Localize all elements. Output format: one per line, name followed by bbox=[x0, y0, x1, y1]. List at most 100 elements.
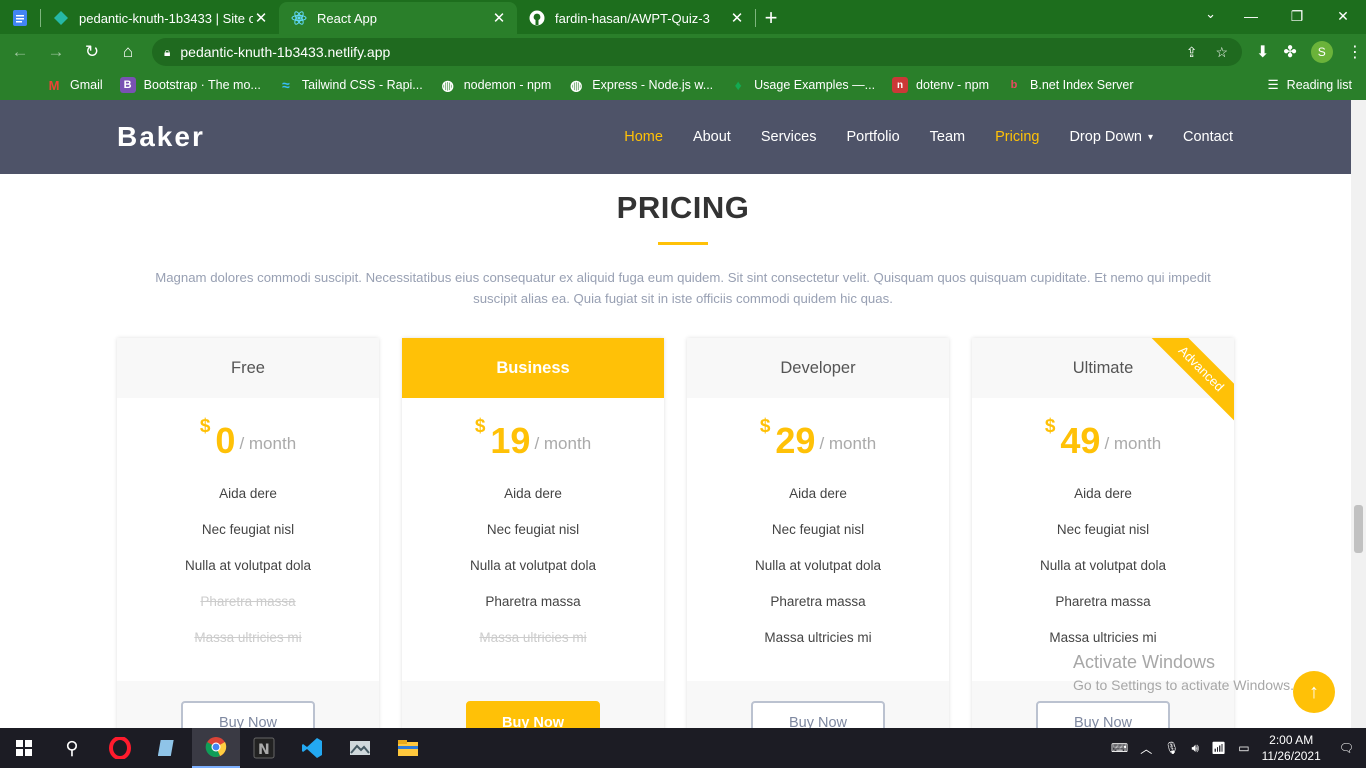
minimize-icon[interactable]: — bbox=[1228, 0, 1274, 32]
close-tab-icon[interactable]: ✕ bbox=[491, 9, 507, 27]
bootstrap-icon: B bbox=[119, 77, 136, 93]
address-bar[interactable]: 🔒︎ pedantic-knuth-1b3433.netlify.app ⇪ ☆ bbox=[152, 38, 1242, 66]
nav-contact[interactable]: Contact bbox=[1183, 129, 1233, 145]
chrome-icon[interactable] bbox=[192, 728, 240, 768]
nav-dropdown[interactable]: Drop Down ▾ bbox=[1069, 129, 1153, 145]
page-scrollbar[interactable] bbox=[1351, 100, 1366, 728]
bookmarks-bar: M Gmail B Bootstrap · The mo... ≈ Tailwind … bbox=[0, 70, 1366, 100]
battery-icon[interactable]: ▭ bbox=[1238, 741, 1249, 755]
site-logo[interactable]: Baker bbox=[117, 121, 205, 153]
npm-icon: n bbox=[892, 77, 909, 93]
feature-list: Aida dere Nec feugiat nisl Nulla at volu… bbox=[402, 476, 664, 656]
feature-item: Nec feugiat nisl bbox=[486, 522, 580, 537]
feature-item: Nulla at volutpat dola bbox=[184, 558, 312, 573]
forward-icon[interactable]: → bbox=[40, 36, 72, 68]
gmail-icon: M bbox=[48, 77, 60, 93]
feature-item: Nec feugiat nisl bbox=[771, 522, 865, 537]
buy-now-button[interactable]: Buy Now bbox=[1036, 701, 1170, 728]
bookmark-label: Bootstrap · The mo... bbox=[143, 78, 261, 92]
keyboard-icon[interactable]: ⌨ bbox=[1111, 741, 1128, 755]
opera-icon[interactable] bbox=[96, 728, 144, 768]
vscode-icon[interactable] bbox=[288, 728, 336, 768]
nav-home[interactable]: Home bbox=[624, 129, 663, 145]
reload-icon[interactable]: ↻ bbox=[76, 36, 108, 68]
notepad-icon[interactable] bbox=[144, 728, 192, 768]
bookmark-bootstrap[interactable]: B Bootstrap · The mo... bbox=[119, 77, 261, 93]
nav-services[interactable]: Services bbox=[761, 129, 817, 145]
plan-price: $19/ month bbox=[402, 416, 664, 462]
clock-date: 11/26/2021 bbox=[1261, 749, 1321, 763]
bookmark-nodemon[interactable]: ◍ nodemon - npm bbox=[440, 77, 552, 93]
bookmark-dotenv[interactable]: n dotenv - npm bbox=[892, 77, 989, 93]
notion-icon[interactable]: N bbox=[240, 728, 288, 768]
tab-netlify[interactable]: pedantic-knuth-1b3433 | Site ove ✕ bbox=[41, 2, 279, 34]
pricing-card-developer: Developer $29/ month Aida dere Nec feugi… bbox=[687, 338, 949, 728]
feature-item: Massa ultricies mi bbox=[764, 630, 872, 645]
new-tab-button[interactable]: + bbox=[756, 2, 786, 34]
tab-search-icon[interactable]: ⌄ bbox=[1205, 6, 1216, 22]
profile-avatar[interactable]: S bbox=[1310, 41, 1333, 63]
bookmark-gmail[interactable]: M Gmail bbox=[46, 77, 103, 93]
puzzle-extensions-icon[interactable]: ✤ bbox=[1283, 42, 1296, 62]
microphone-icon[interactable]: 🎙︎ bbox=[1164, 741, 1179, 755]
menu-kebab-icon[interactable]: ⋮ bbox=[1347, 42, 1363, 62]
windows-taskbar: ⚲ N ⌨ ︿ 🎙︎ 🔊︎ 📶︎ ▭ 2:00 AM 11/26/2021 🗨︎ bbox=[0, 728, 1366, 768]
feature-item: Nec feugiat nisl bbox=[201, 522, 295, 537]
taskbar-clock[interactable]: 2:00 AM 11/26/2021 bbox=[1262, 732, 1321, 764]
wifi-icon[interactable]: 📶︎ bbox=[1211, 741, 1226, 755]
scrollbar-thumb[interactable] bbox=[1354, 505, 1363, 553]
nav-team[interactable]: Team bbox=[930, 129, 965, 145]
notifications-icon[interactable]: 🗨︎ bbox=[1339, 741, 1354, 755]
reading-list-label: Reading list bbox=[1286, 77, 1352, 92]
back-to-top-button[interactable]: ↑ bbox=[1293, 671, 1335, 713]
restore-icon[interactable]: ❐ bbox=[1274, 0, 1320, 32]
buy-now-button[interactable]: Buy Now bbox=[181, 701, 315, 728]
home-icon[interactable]: ⌂ bbox=[112, 36, 144, 68]
bookmark-tailwind[interactable]: ≈ Tailwind CSS - Rapi... bbox=[278, 77, 423, 93]
feature-item: Nulla at volutpat dola bbox=[754, 558, 882, 573]
clock-time: 2:00 AM bbox=[1269, 733, 1314, 747]
bookmark-bnet[interactable]: b B.net Index Server bbox=[1006, 77, 1134, 93]
close-window-icon[interactable]: ✕ bbox=[1320, 0, 1366, 32]
plan-price: $29/ month bbox=[687, 416, 949, 462]
currency-symbol: $ bbox=[199, 416, 211, 437]
nav-about[interactable]: About bbox=[693, 129, 731, 145]
file-explorer-icon[interactable] bbox=[384, 728, 432, 768]
price-amount: 0 bbox=[215, 420, 236, 461]
docs-icon[interactable] bbox=[0, 2, 40, 34]
github-icon bbox=[529, 10, 545, 26]
bookmark-star-icon[interactable]: ☆ bbox=[1215, 44, 1228, 61]
reading-list-icon: ☰ bbox=[1267, 78, 1279, 92]
buy-now-button[interactable]: Buy Now bbox=[466, 701, 600, 728]
card-footer: Buy Now bbox=[117, 681, 379, 728]
chevron-up-icon[interactable]: ︿ bbox=[1140, 740, 1152, 757]
plan-name: Developer bbox=[687, 338, 949, 398]
lock-icon[interactable]: 🔒︎ bbox=[164, 45, 170, 60]
bookmark-label: Express - Node.js w... bbox=[592, 78, 714, 92]
tab-react-app[interactable]: React App ✕ bbox=[279, 2, 517, 34]
bookmark-label: B.net Index Server bbox=[1030, 78, 1134, 92]
nav-portfolio[interactable]: Portfolio bbox=[846, 129, 899, 145]
close-tab-icon[interactable]: ✕ bbox=[729, 9, 745, 27]
feature-list: Aida dere Nec feugiat nisl Nulla at volu… bbox=[972, 476, 1234, 656]
bookmark-mongo[interactable]: ♦ Usage Examples —... bbox=[730, 77, 875, 93]
download-extension-icon[interactable]: ⬇ bbox=[1256, 42, 1269, 62]
react-icon bbox=[291, 10, 307, 26]
share-icon[interactable]: ⇪ bbox=[1186, 44, 1198, 61]
buy-now-button[interactable]: Buy Now bbox=[751, 701, 885, 728]
photos-icon[interactable] bbox=[336, 728, 384, 768]
reading-list[interactable]: ☰ Reading list bbox=[1267, 77, 1352, 93]
tab-github[interactable]: fardin-hasan/AWPT-Quiz-3 ✕ bbox=[517, 2, 755, 34]
close-tab-icon[interactable]: ✕ bbox=[253, 9, 269, 27]
price-period: / month bbox=[1104, 434, 1162, 453]
windows-start-icon[interactable] bbox=[0, 728, 48, 768]
netlify-icon bbox=[53, 10, 69, 26]
nav-pricing[interactable]: Pricing bbox=[995, 129, 1039, 145]
pricing-cards: Free $0/ month Aida dere Nec feugiat nis… bbox=[117, 338, 1234, 728]
bookmark-express[interactable]: ◍ Express - Node.js w... bbox=[568, 77, 713, 93]
volume-icon[interactable]: 🔊︎ bbox=[1191, 741, 1199, 756]
search-icon[interactable]: ⚲ bbox=[48, 728, 96, 768]
activate-windows-watermark: Activate Windows Go to Settings to activ… bbox=[1073, 652, 1294, 693]
price-period: / month bbox=[239, 434, 297, 453]
back-icon[interactable]: ← bbox=[4, 36, 36, 68]
